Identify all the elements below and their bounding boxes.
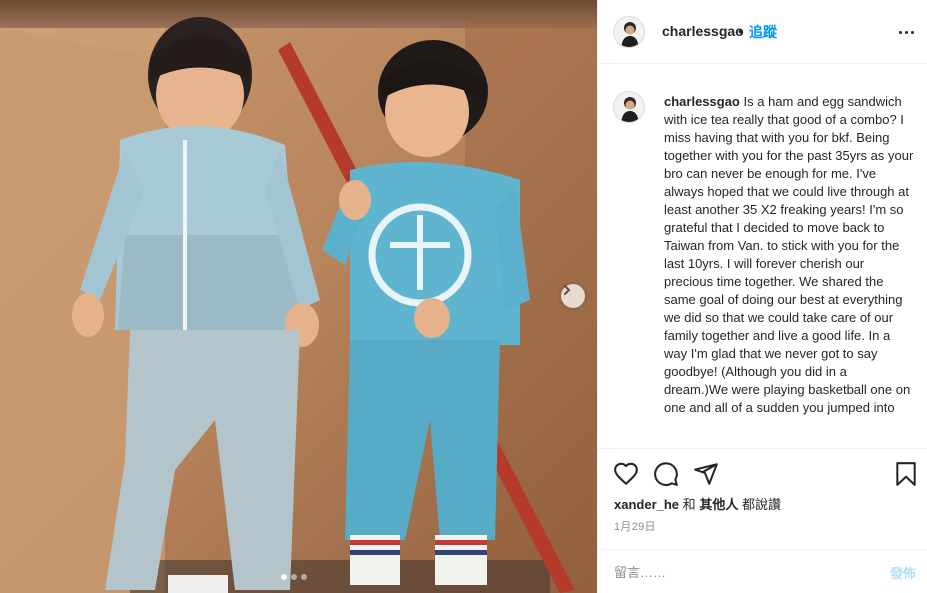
likes-username[interactable]: xander_he — [614, 497, 679, 512]
author-avatar[interactable] — [613, 16, 645, 48]
photo-illustration — [0, 0, 597, 593]
caption-username[interactable]: charlessgao — [664, 94, 740, 109]
carousel-dot — [301, 574, 307, 580]
carousel-next-button[interactable] — [561, 284, 585, 308]
caption-avatar[interactable] — [613, 91, 645, 123]
comment-input[interactable] — [614, 562, 864, 582]
avatar-image — [614, 92, 644, 122]
comment-form: 發佈 — [598, 549, 927, 593]
caption-text: Is a ham and egg sandwich with ice tea r… — [664, 94, 914, 415]
chevron-right-icon — [564, 285, 571, 295]
post-comment-button[interactable]: 發佈 — [890, 563, 916, 582]
likes-and: 和 — [682, 497, 696, 512]
post-photo[interactable] — [0, 0, 597, 593]
share-icon[interactable] — [693, 461, 719, 487]
carousel-dot — [281, 574, 287, 580]
likes-summary: xander_he 和 其他人 都說讚 — [614, 494, 781, 513]
follow-button[interactable]: 追蹤 — [749, 22, 777, 42]
carousel-dot — [291, 574, 297, 580]
likes-others-link[interactable]: 其他人 — [699, 497, 738, 512]
more-icon — [898, 30, 902, 34]
post-caption: charlessgao Is a ham and egg sandwich wi… — [664, 93, 914, 417]
likes-suffix: 都說讚 — [741, 497, 781, 512]
comment-icon[interactable] — [653, 461, 679, 487]
post-details-panel: charlessgao • 追蹤 charlessgao Is a ham an… — [597, 0, 927, 593]
heart-icon[interactable] — [613, 461, 639, 487]
avatar-image — [614, 17, 644, 47]
more-options-button[interactable] — [896, 22, 916, 42]
post-date[interactable]: 1月29日 — [614, 518, 656, 534]
carousel-indicator — [281, 574, 307, 580]
caption-scroll-area[interactable]: charlessgao Is a ham and egg sandwich wi… — [598, 65, 927, 448]
author-username[interactable]: charlessgao — [662, 23, 744, 39]
header-separator: • — [738, 23, 743, 39]
post-actions: xander_he 和 其他人 都說讚 1月29日 發佈 — [598, 448, 927, 593]
bookmark-icon[interactable] — [895, 461, 917, 487]
post-header: charlessgao • 追蹤 — [598, 0, 927, 64]
